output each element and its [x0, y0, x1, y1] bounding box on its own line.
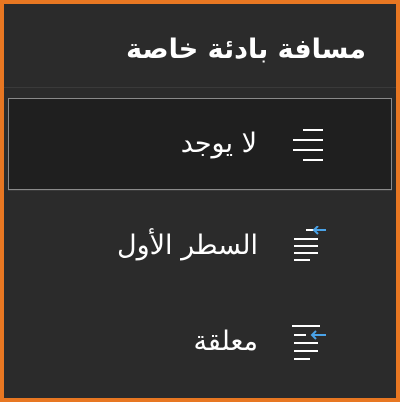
- indent-hanging-icon: [276, 320, 336, 364]
- option-none-label: لا يوجد: [180, 128, 257, 159]
- special-indent-menu: مسافة بادئة خاصة لا يوجد السطر الأول معل…: [0, 0, 400, 402]
- option-none[interactable]: لا يوجد: [8, 98, 392, 190]
- menu-divider: [8, 190, 392, 191]
- indent-first-line-icon: [276, 224, 336, 268]
- indent-none-icon: [275, 122, 335, 166]
- option-hanging-label: معلقة: [193, 326, 258, 357]
- option-first-line-label: السطر الأول: [117, 230, 258, 261]
- menu-title: مسافة بادئة خاصة: [4, 4, 396, 88]
- option-first-line[interactable]: السطر الأول: [8, 200, 392, 292]
- option-hanging[interactable]: معلقة: [8, 296, 392, 388]
